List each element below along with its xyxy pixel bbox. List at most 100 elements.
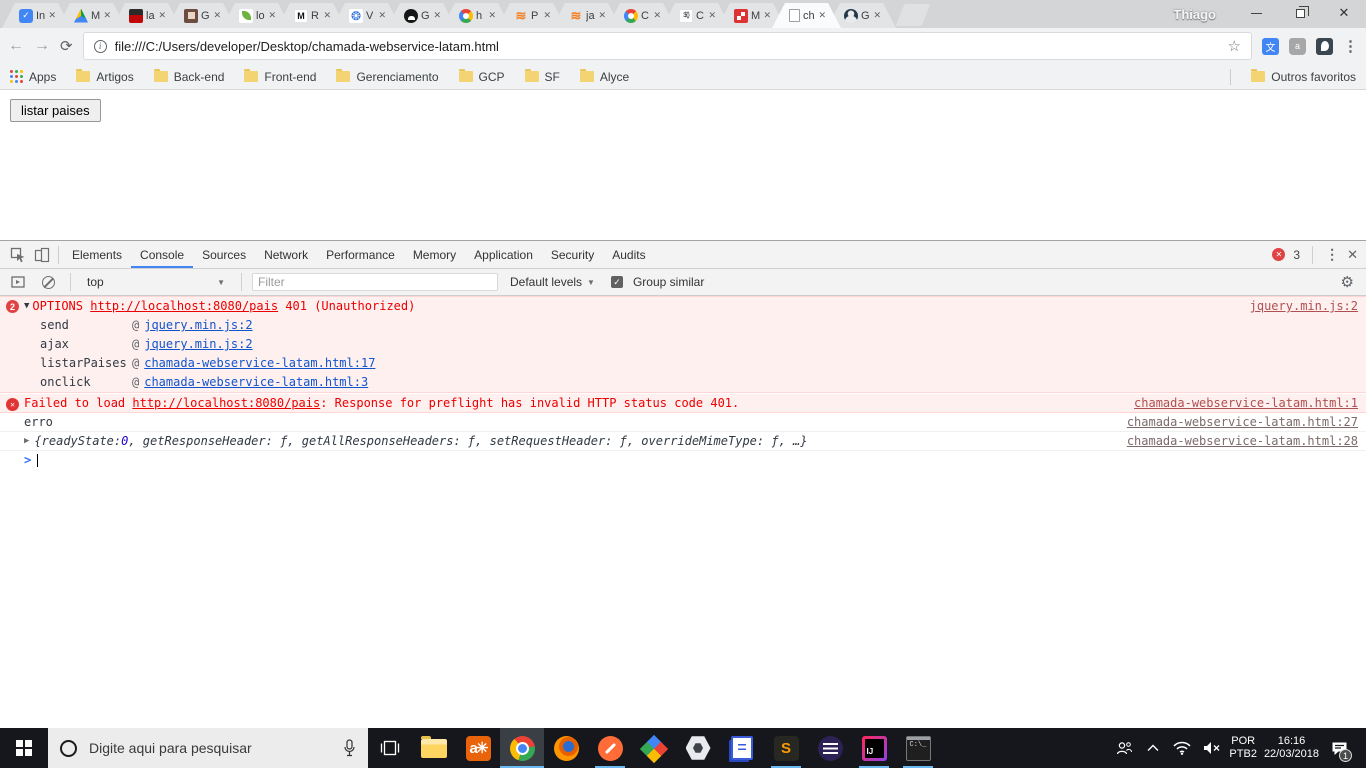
- browser-tab-active[interactable]: ch ✕: [772, 3, 841, 28]
- tab-close-icon[interactable]: ✕: [378, 11, 386, 20]
- devtools-menu-icon[interactable]: ⋮: [1325, 246, 1339, 263]
- taskbar-postman[interactable]: [588, 728, 632, 768]
- taskbar-search[interactable]: Digite aqui para pesquisar: [48, 728, 368, 768]
- tab-close-icon[interactable]: ✕: [103, 11, 111, 20]
- taskbar-eclipse[interactable]: [808, 728, 852, 768]
- forward-button[interactable]: →: [34, 38, 50, 54]
- console-error-row[interactable]: 2 ▼ OPTIONS http://localhost:8080/pais 4…: [0, 297, 1366, 316]
- taskbar-notes-app[interactable]: [720, 728, 764, 768]
- taskbar-file-explorer[interactable]: [412, 728, 456, 768]
- taskbar-sublime[interactable]: [764, 728, 808, 768]
- source-link[interactable]: jquery.min.js:2: [1238, 299, 1358, 313]
- failed-url-link[interactable]: http://localhost:8080/pais: [132, 396, 320, 410]
- error-count[interactable]: 3: [1293, 248, 1300, 262]
- stack-source-link[interactable]: chamada-webservice-latam.html:3: [144, 375, 368, 389]
- taskbar-drive-diamond[interactable]: [632, 728, 676, 768]
- microphone-icon[interactable]: [343, 739, 356, 757]
- tab-close-icon[interactable]: ✕: [268, 11, 276, 20]
- tab-close-icon[interactable]: ✕: [488, 11, 496, 20]
- taskbar-a-orange-app[interactable]: [456, 728, 500, 768]
- new-tab-button[interactable]: [895, 4, 931, 26]
- wifi-icon[interactable]: [1171, 728, 1193, 768]
- tab-close-icon[interactable]: ✕: [873, 11, 881, 20]
- reload-button[interactable]: ⟳: [60, 39, 73, 54]
- taskbar-cmd[interactable]: [896, 728, 940, 768]
- clear-console-icon[interactable]: [36, 270, 60, 294]
- bookmark-folder[interactable]: Artigos: [76, 69, 134, 84]
- tab-close-icon[interactable]: ✕: [158, 11, 166, 20]
- source-link[interactable]: chamada-webservice-latam.html:27: [1115, 415, 1358, 429]
- tab-performance[interactable]: Performance: [317, 241, 404, 268]
- chevron-up-icon[interactable]: [1142, 728, 1164, 768]
- inspect-element-icon[interactable]: [6, 243, 30, 267]
- bookmark-apps[interactable]: Apps: [10, 70, 56, 84]
- stack-source-link[interactable]: chamada-webservice-latam.html:17: [144, 356, 375, 370]
- request-url-link[interactable]: http://localhost:8080/pais: [90, 299, 278, 313]
- people-icon[interactable]: [1113, 728, 1135, 768]
- group-similar-checkbox[interactable]: ✓: [610, 276, 623, 288]
- close-button[interactable]: [1322, 0, 1366, 26]
- context-dropdown[interactable]: top ▼: [81, 275, 231, 289]
- listar-paises-button[interactable]: listar paises: [10, 99, 101, 122]
- tab-close-icon[interactable]: ✕: [598, 11, 606, 20]
- page-info-icon[interactable]: i: [93, 39, 107, 53]
- tab-close-icon[interactable]: ✕: [323, 11, 331, 20]
- tab-memory[interactable]: Memory: [404, 241, 465, 268]
- tab-close-icon[interactable]: ✕: [653, 11, 661, 20]
- url-text[interactable]: file:///C:/Users/developer/Desktop/chama…: [115, 39, 1220, 54]
- bookmark-star-icon[interactable]: ☆: [1228, 37, 1241, 55]
- source-link[interactable]: chamada-webservice-latam.html:1: [1122, 396, 1358, 410]
- taskbar-firefox[interactable]: [544, 728, 588, 768]
- tab-close-icon[interactable]: ✕: [763, 11, 771, 20]
- start-button[interactable]: [0, 728, 48, 768]
- tab-network[interactable]: Network: [255, 241, 317, 268]
- tab-sources[interactable]: Sources: [193, 241, 255, 268]
- tab-audits[interactable]: Audits: [603, 241, 654, 268]
- collapse-caret-icon[interactable]: ▼: [24, 299, 29, 311]
- settings-gear-icon[interactable]: ⚙: [1341, 273, 1354, 291]
- console-prompt-row[interactable]: >: [0, 451, 1366, 470]
- bookmark-others-folder[interactable]: Outros favoritos: [1251, 69, 1356, 84]
- translate-extension-icon[interactable]: 文: [1262, 37, 1279, 55]
- stack-source-link[interactable]: jquery.min.js:2: [144, 318, 252, 332]
- clock[interactable]: 16:16 22/03/2018: [1264, 735, 1319, 761]
- tab-close-icon[interactable]: ✕: [708, 11, 716, 20]
- tab-close-icon[interactable]: ✕: [818, 11, 826, 20]
- tab-console[interactable]: Console: [131, 241, 193, 268]
- source-link[interactable]: chamada-webservice-latam.html:28: [1115, 434, 1358, 448]
- bookmark-folder[interactable]: Front-end: [244, 69, 316, 84]
- back-button[interactable]: ←: [8, 38, 24, 54]
- bag-extension-icon[interactable]: a: [1289, 37, 1306, 55]
- task-view-button[interactable]: [368, 728, 412, 768]
- browser-menu-icon[interactable]: ⋮: [1343, 37, 1358, 55]
- bookmark-folder[interactable]: Alyce: [579, 69, 629, 84]
- bookmark-folder[interactable]: GCP: [458, 69, 505, 84]
- taskbar-chrome[interactable]: [500, 728, 544, 768]
- bookmark-folder[interactable]: Gerenciamento: [336, 69, 439, 84]
- speaker-muted-icon[interactable]: [1200, 728, 1222, 768]
- tab-security[interactable]: Security: [542, 241, 603, 268]
- bookmark-folder[interactable]: SF: [524, 69, 560, 84]
- tab-close-icon[interactable]: ✕: [433, 11, 441, 20]
- stack-source-link[interactable]: jquery.min.js:2: [144, 337, 252, 351]
- tab-close-icon[interactable]: ✕: [543, 11, 551, 20]
- levels-dropdown[interactable]: Default levels ▼: [510, 275, 595, 289]
- device-toolbar-icon[interactable]: [30, 243, 54, 267]
- console-sidebar-icon[interactable]: [6, 270, 30, 294]
- tab-application[interactable]: Application: [465, 241, 542, 268]
- language-indicator[interactable]: POR PTB2: [1229, 735, 1257, 761]
- error-badge-icon[interactable]: ✕: [1272, 248, 1286, 261]
- minimize-button[interactable]: [1234, 0, 1278, 26]
- taskbar-intellij[interactable]: [852, 728, 896, 768]
- filter-input[interactable]: [252, 273, 498, 291]
- devtools-close-icon[interactable]: ✕: [1347, 247, 1358, 263]
- address-bar[interactable]: i file:///C:/Users/developer/Desktop/cha…: [82, 32, 1252, 60]
- tab-close-icon[interactable]: ✕: [48, 11, 56, 20]
- expand-caret-icon[interactable]: ▶: [24, 434, 29, 446]
- restore-button[interactable]: [1278, 0, 1322, 26]
- bookmark-folder[interactable]: Back-end: [153, 69, 224, 84]
- tab-elements[interactable]: Elements: [63, 241, 131, 268]
- profile-name[interactable]: Thiago: [1173, 7, 1216, 22]
- dark-extension-icon[interactable]: [1316, 37, 1333, 55]
- action-center-button[interactable]: 1: [1326, 728, 1352, 768]
